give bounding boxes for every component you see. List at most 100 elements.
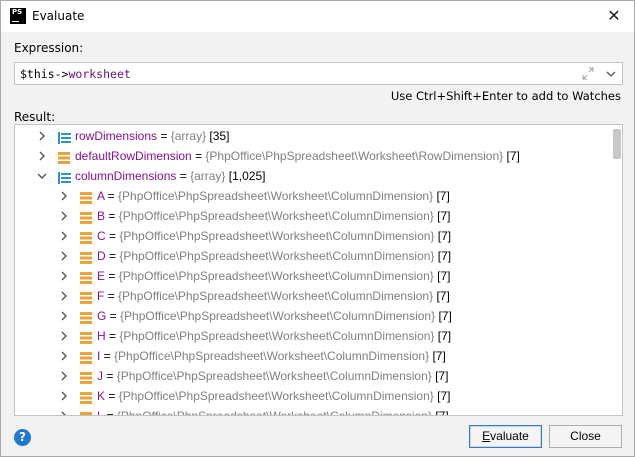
node-type: {PhpOffice\PhpSpreadsheet\Worksheet\Colu…	[119, 329, 435, 343]
chevron-right-icon[interactable]	[58, 326, 70, 346]
tree-row[interactable]: J = {PhpOffice\PhpSpreadsheet\Worksheet\…	[15, 366, 609, 386]
node-name: E	[97, 269, 106, 283]
tree-row-text: F = {PhpOffice\PhpSpreadsheet\Worksheet\…	[97, 286, 450, 306]
node-type: {PhpOffice\PhpSpreadsheet\Worksheet\Colu…	[116, 409, 432, 416]
object-icon	[80, 210, 93, 224]
expand-editor-icon[interactable]	[582, 67, 594, 80]
node-type: {array}	[170, 129, 207, 143]
node-equals: =	[105, 249, 120, 263]
chevron-right-icon[interactable]	[58, 306, 70, 326]
node-count: [7]	[433, 269, 451, 283]
array-icon	[58, 170, 71, 184]
node-count: [7]	[429, 349, 446, 363]
chevron-right-icon[interactable]	[58, 266, 70, 286]
node-count: [7]	[433, 389, 451, 403]
tree-row[interactable]: columnDimensions = {array} [1,025]	[15, 166, 609, 186]
node-equals: =	[105, 209, 119, 223]
node-count: [7]	[434, 229, 452, 243]
chevron-right-icon[interactable]	[58, 346, 70, 366]
node-type: {PhpOffice\PhpSpreadsheet\Worksheet\Colu…	[119, 229, 435, 243]
node-type: {PhpOffice\PhpSpreadsheet\Worksheet\Colu…	[118, 189, 434, 203]
tree-row[interactable]: I = {PhpOffice\PhpSpreadsheet\Worksheet\…	[15, 346, 609, 366]
node-name: K	[97, 389, 106, 403]
node-type: {PhpOffice\PhpSpreadsheet\Worksheet\Colu…	[116, 369, 432, 383]
chevron-right-icon[interactable]	[58, 246, 70, 266]
chevron-down-icon[interactable]	[36, 166, 48, 186]
node-equals: =	[104, 289, 119, 303]
tree-row[interactable]: C = {PhpOffice\PhpSpreadsheet\Worksheet\…	[15, 226, 609, 246]
node-type: {PhpOffice\PhpSpreadsheet\Worksheet\Colu…	[114, 349, 430, 363]
tree-row[interactable]: E = {PhpOffice\PhpSpreadsheet\Worksheet\…	[15, 266, 609, 286]
tree-row-text: rowDimensions = {array} [35]	[75, 126, 229, 146]
expression-arrow: ->	[54, 67, 69, 81]
node-count: [7]	[503, 149, 520, 163]
tree-row[interactable]: G = {PhpOffice\PhpSpreadsheet\Worksheet\…	[15, 306, 609, 326]
node-type: {PhpOffice\PhpSpreadsheet\Worksheet\Colu…	[118, 289, 434, 303]
node-equals: =	[100, 349, 115, 363]
tree-row[interactable]: L = {PhpOffice\PhpSpreadsheet\Worksheet\…	[15, 406, 609, 416]
chevron-right-icon[interactable]	[58, 366, 70, 386]
evaluate-button[interactable]: Evaluate	[469, 425, 542, 448]
result-label: Result:	[14, 110, 56, 124]
node-name: defaultRowDimension	[75, 149, 192, 163]
tree-row[interactable]: F = {PhpOffice\PhpSpreadsheet\Worksheet\…	[15, 286, 609, 306]
tree-row[interactable]: H = {PhpOffice\PhpSpreadsheet\Worksheet\…	[15, 326, 609, 346]
node-count: [7]	[432, 409, 449, 416]
node-name: D	[97, 249, 106, 263]
node-equals: =	[103, 369, 117, 383]
object-icon	[80, 390, 93, 404]
object-icon	[80, 370, 93, 384]
chevron-right-icon[interactable]	[36, 126, 48, 146]
chevron-right-icon[interactable]	[58, 386, 70, 406]
node-type: {PhpOffice\PhpSpreadsheet\Worksheet\RowD…	[205, 149, 504, 163]
object-icon	[80, 410, 93, 415]
node-count: [7]	[433, 289, 450, 303]
vertical-scrollbar[interactable]	[610, 125, 622, 415]
node-type: {PhpOffice\PhpSpreadsheet\Worksheet\Colu…	[118, 389, 434, 403]
object-icon	[80, 190, 93, 204]
tree-row-text: D = {PhpOffice\PhpSpreadsheet\Worksheet\…	[97, 246, 451, 266]
object-icon	[80, 330, 93, 344]
object-icon	[80, 290, 93, 304]
chevron-right-icon[interactable]	[58, 186, 70, 206]
chevron-right-icon[interactable]	[58, 406, 70, 415]
chevron-right-icon[interactable]	[58, 226, 70, 246]
tree-row[interactable]: B = {PhpOffice\PhpSpreadsheet\Worksheet\…	[15, 206, 609, 226]
chevron-right-icon[interactable]	[36, 146, 48, 166]
help-button[interactable]: ?	[14, 429, 31, 446]
chevron-right-icon[interactable]	[58, 286, 70, 306]
array-icon	[58, 130, 71, 144]
node-equals: =	[105, 229, 120, 243]
tree-row[interactable]: A = {PhpOffice\PhpSpreadsheet\Worksheet\…	[15, 186, 609, 206]
object-icon	[80, 250, 93, 264]
close-button[interactable]: Close	[549, 425, 622, 448]
tree-row[interactable]: defaultRowDimension = {PhpOffice\PhpSpre…	[15, 146, 609, 166]
tree-row-text: C = {PhpOffice\PhpSpreadsheet\Worksheet\…	[97, 226, 451, 246]
node-equals: =	[105, 389, 119, 403]
object-icon	[80, 270, 93, 284]
object-icon	[80, 310, 93, 324]
close-window-icon[interactable]: ✕	[601, 4, 627, 28]
tree-row[interactable]: K = {PhpOffice\PhpSpreadsheet\Worksheet\…	[15, 386, 609, 406]
node-type: {PhpOffice\PhpSpreadsheet\Worksheet\Colu…	[118, 269, 434, 283]
scrollbar-thumb[interactable]	[613, 129, 621, 159]
tree-row-text: G = {PhpOffice\PhpSpreadsheet\Worksheet\…	[97, 306, 452, 326]
object-icon	[58, 150, 71, 164]
tree-row-text: E = {PhpOffice\PhpSpreadsheet\Worksheet\…	[97, 266, 450, 286]
expression-value[interactable]: $this->worksheet	[20, 67, 131, 81]
node-equals: =	[106, 309, 121, 323]
tree-row[interactable]: D = {PhpOffice\PhpSpreadsheet\Worksheet\…	[15, 246, 609, 266]
node-type: {PhpOffice\PhpSpreadsheet\Worksheet\Colu…	[119, 249, 435, 263]
node-count: [7]	[434, 329, 452, 343]
node-count: [7]	[431, 369, 449, 383]
expression-label: Expression:	[14, 41, 84, 55]
node-name: B	[97, 209, 106, 223]
node-equals: =	[157, 129, 171, 143]
chevron-right-icon[interactable]	[58, 206, 70, 226]
history-dropdown-icon[interactable]	[605, 67, 617, 80]
node-count: [7]	[433, 209, 451, 223]
result-tree[interactable]: rowDimensions = {array} [35] defaultRowDi…	[14, 124, 623, 416]
tree-row[interactable]: rowDimensions = {array} [35]	[15, 126, 609, 146]
expression-input[interactable]: $this->worksheet	[14, 62, 623, 85]
object-icon	[80, 350, 93, 364]
